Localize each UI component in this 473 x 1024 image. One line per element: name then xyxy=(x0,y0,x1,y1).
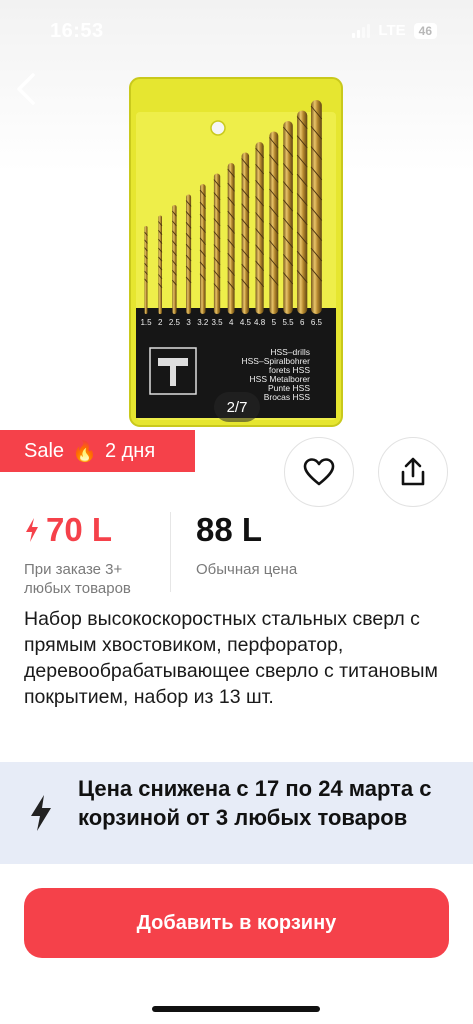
drill-size-label: 3.2 xyxy=(197,318,209,327)
special-price-block: 70 L При заказе 3+ любых товаров xyxy=(24,510,159,598)
drill-size-label: 5.5 xyxy=(282,318,294,327)
battery-icon: 46 xyxy=(413,22,437,39)
sale-badge: Sale 🔥 2 дня xyxy=(0,430,195,472)
status-indicators: LTE 46 xyxy=(352,22,437,39)
drill-size-label: 2 xyxy=(158,318,163,327)
drill-size-label: 4.8 xyxy=(254,318,266,327)
status-bar: 16:53 LTE 46 xyxy=(0,0,473,62)
drill-size-label: 1.5 xyxy=(140,318,152,327)
share-button[interactable] xyxy=(378,437,448,507)
drill-bit xyxy=(255,142,264,314)
gallery-pager: 2/7 xyxy=(214,392,260,422)
regular-price: 88 L xyxy=(196,511,263,548)
drill-bit xyxy=(241,152,250,314)
product-title: Набор высокоскоростных стальных сверл с … xyxy=(24,608,438,708)
heart-icon xyxy=(303,458,335,486)
drill-bit xyxy=(227,163,235,314)
promo-banner: Цена снижена с 17 по 24 марта с корзиной… xyxy=(0,762,473,864)
signal-icon xyxy=(352,23,371,38)
drill-bit xyxy=(297,110,308,314)
promo-text: Цена снижена с 17 по 24 марта с корзиной… xyxy=(78,776,432,830)
back-button[interactable] xyxy=(8,68,44,110)
status-time: 16:53 xyxy=(50,20,104,42)
sale-label: Sale xyxy=(24,439,65,462)
special-price-value: 70 L xyxy=(46,511,113,548)
product-gallery[interactable]: 1.5 2 2.5 3 3.2 3.5 4 4.5 4.8 5 5.5 6 6.5 HSS–drills… xyxy=(0,0,473,430)
drill-bit xyxy=(283,121,293,314)
sale-duration: 2 дня xyxy=(104,439,156,462)
regular-price-note: Обычная цена xyxy=(196,561,298,578)
drill-size-label: 3.5 xyxy=(211,318,223,327)
drill-size-label: 3 xyxy=(186,318,191,327)
price-divider xyxy=(170,512,171,592)
lightning-icon xyxy=(31,795,51,831)
special-price-note: При заказе 3+ любых товаров xyxy=(24,561,131,597)
lightning-icon xyxy=(26,518,38,542)
special-price: 70 L xyxy=(24,510,159,550)
fire-icon: 🔥 xyxy=(72,440,97,463)
home-indicator xyxy=(152,1006,320,1012)
chevron-left-icon xyxy=(17,73,35,105)
drill-size-label: 4 xyxy=(229,318,234,327)
product-image[interactable]: 1.5 2 2.5 3 3.2 3.5 4 4.5 4.8 5 5.5 6 6.5 HSS–drills… xyxy=(128,76,344,428)
network-label: LTE xyxy=(378,22,406,39)
add-to-cart-button[interactable]: Добавить в корзину xyxy=(24,888,449,958)
favorite-button[interactable] xyxy=(284,437,354,507)
drill-size-label: 2.5 xyxy=(169,318,181,327)
drill-size-label: 5 xyxy=(272,318,277,327)
drill-size-label: 6.5 xyxy=(311,318,323,327)
share-icon xyxy=(401,457,425,486)
drill-bit xyxy=(213,173,221,314)
drill-size-label: 4.5 xyxy=(240,318,252,327)
drill-bit xyxy=(144,226,148,314)
package-text: Brocas HSS xyxy=(264,392,311,402)
drill-size-label: 6 xyxy=(300,318,305,327)
drill-bit xyxy=(269,131,279,314)
regular-price-block: 88 L Обычная цена xyxy=(196,510,297,579)
